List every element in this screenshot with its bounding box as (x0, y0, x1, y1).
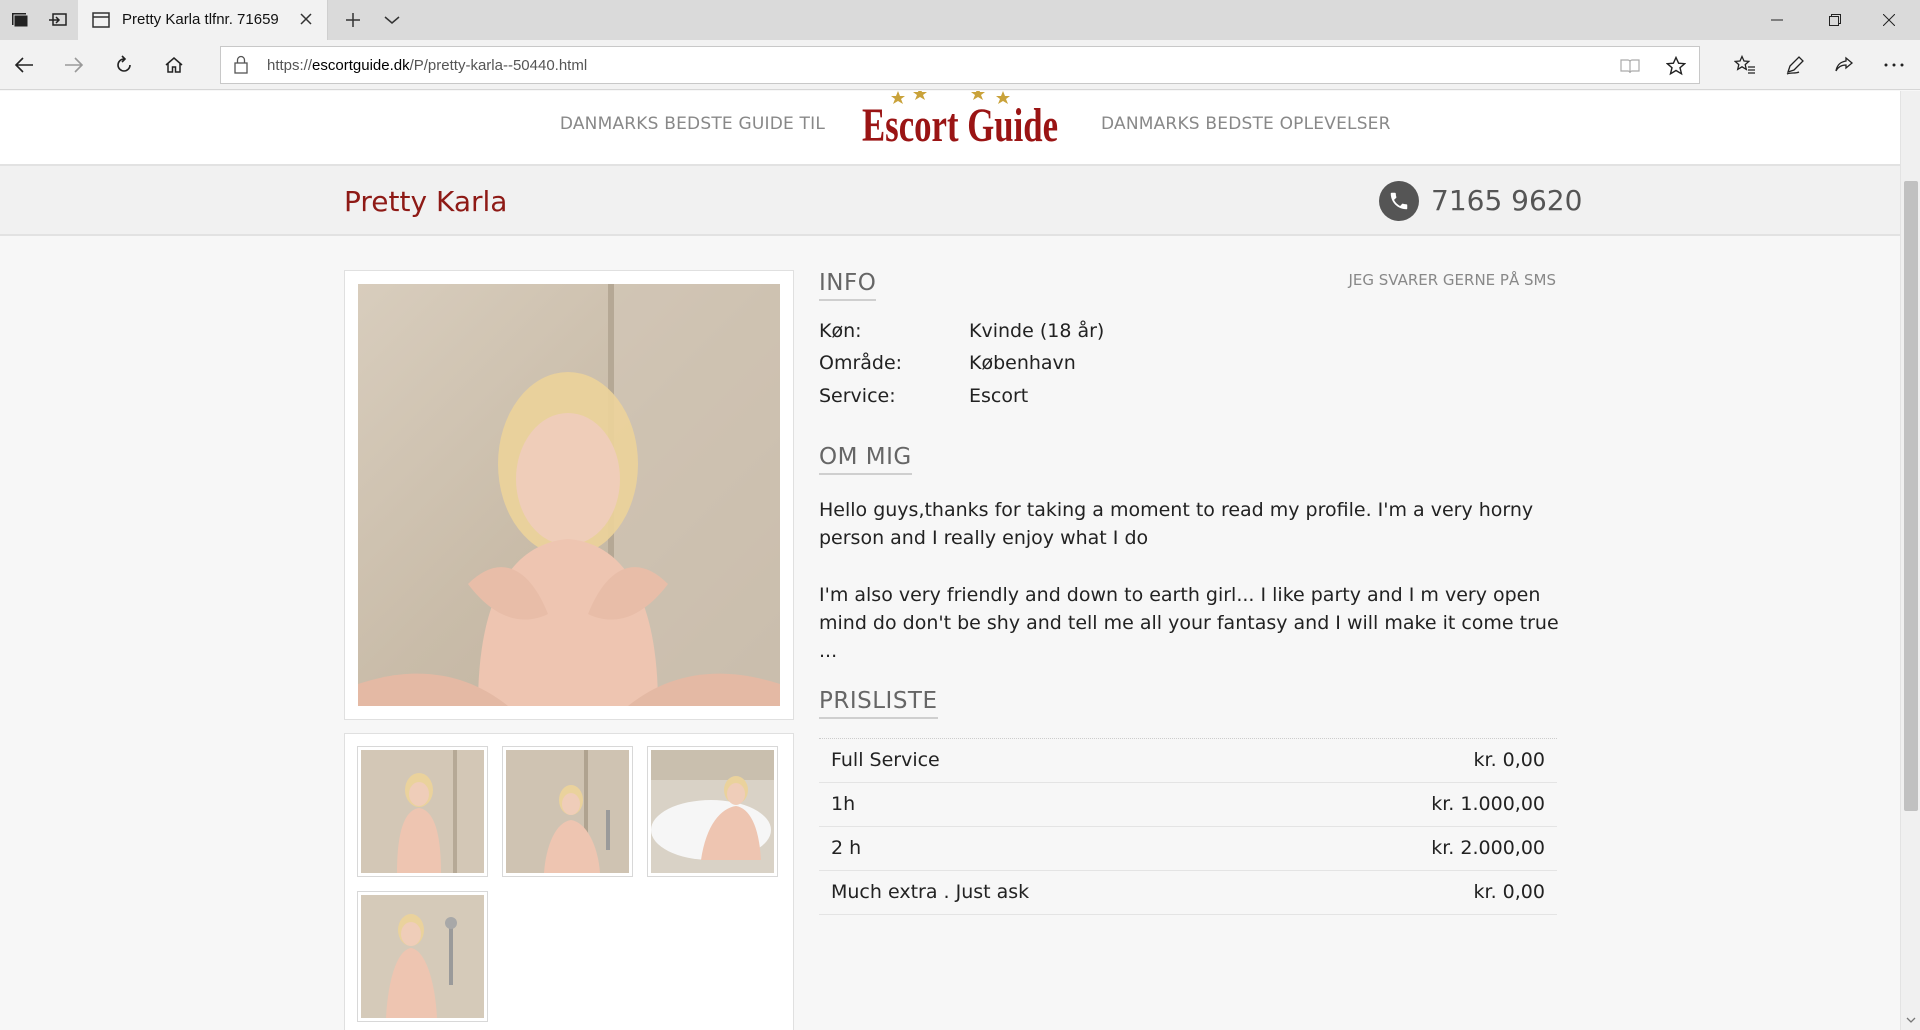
header-tagline-left: DANMARKS BEDSTE GUIDE TIL (559, 114, 825, 134)
minimize-icon[interactable] (1752, 0, 1802, 40)
tab-preview-chevron-icon[interactable] (372, 0, 412, 40)
about-paragraph-1: Hello guys,thanks for taking a moment to… (819, 499, 1534, 549)
header-tagline-right: DANMARKS BEDSTE OPLEVELSER (1101, 114, 1391, 134)
forward-icon[interactable] (54, 45, 94, 85)
vertical-scrollbar[interactable] (1900, 91, 1920, 1030)
tab-bar: Pretty Karla tlfnr. 71659 (0, 0, 1920, 40)
price-label: 1h (831, 793, 856, 815)
about-heading: OM MIG (819, 444, 912, 475)
phone-number[interactable]: 7165 9620 (1431, 184, 1582, 217)
more-options-icon[interactable] (1874, 45, 1914, 85)
info-label-gender: Køn: (819, 320, 862, 342)
svg-text:Escort Guide: Escort Guide (862, 99, 1058, 152)
favorite-star-icon[interactable] (1661, 51, 1691, 81)
page-icon (92, 12, 110, 28)
price-label: Much extra . Just ask (831, 881, 1030, 903)
profile-bar: Pretty Karla 7165 9620 (0, 166, 1900, 236)
url-text: https://escortguide.dk/P/pretty-karla--5… (267, 57, 588, 74)
site-logo[interactable]: Escort Guide (858, 91, 1063, 157)
thumbnail-1[interactable] (357, 746, 488, 877)
close-tab-icon[interactable] (295, 8, 317, 30)
thumbnail-4[interactable] (357, 891, 488, 1022)
home-icon[interactable] (154, 45, 194, 85)
info-value-gender: Kvinde (18 år) (969, 320, 1105, 342)
price-label: Full Service (831, 749, 940, 771)
price-table: Full Service kr. 0,00 1h kr. 1.000,00 2 … (819, 738, 1557, 915)
price-row: Full Service kr. 0,00 (819, 739, 1557, 783)
info-label-service: Service: (819, 385, 896, 407)
browser-tab[interactable]: Pretty Karla tlfnr. 71659 (78, 0, 328, 40)
profile-photo[interactable] (358, 284, 780, 706)
page-viewport: DANMARKS BEDSTE GUIDE TIL Escort Guide D… (0, 91, 1900, 1030)
about-paragraph-2: I'm also very friendly and down to earth… (819, 584, 1559, 662)
info-heading: INFO (819, 270, 877, 301)
main-photo-card (344, 270, 794, 720)
thumbnail-3[interactable] (647, 746, 778, 877)
price-label: 2 h (831, 837, 862, 859)
thumbnail-gallery (344, 733, 794, 1030)
reading-view-icon[interactable] (1615, 51, 1645, 81)
address-bar[interactable]: https://escortguide.dk/P/pretty-karla--5… (220, 46, 1700, 84)
price-value: kr. 0,00 (1473, 749, 1545, 771)
price-row: 1h kr. 1.000,00 (819, 783, 1557, 827)
navigation-bar: https://escortguide.dk/P/pretty-karla--5… (0, 40, 1920, 90)
new-tab-icon[interactable] (333, 0, 373, 40)
lock-icon[interactable] (233, 55, 249, 75)
site-header: DANMARKS BEDSTE GUIDE TIL Escort Guide D… (0, 91, 1900, 166)
price-value: kr. 0,00 (1473, 881, 1545, 903)
refresh-icon[interactable] (104, 45, 144, 85)
tab-title: Pretty Karla tlfnr. 71659 (122, 11, 279, 28)
scroll-down-arrow-icon[interactable] (1905, 1014, 1917, 1026)
info-label-area: Område: (819, 352, 903, 374)
sms-note: JEG SVARER GERNE PÅ SMS (1348, 271, 1556, 289)
close-window-icon[interactable] (1864, 0, 1914, 40)
restore-icon[interactable] (1810, 0, 1860, 40)
prices-heading: PRISLISTE (819, 688, 938, 719)
phone-icon[interactable] (1379, 181, 1419, 221)
back-icon[interactable] (4, 45, 44, 85)
price-value: kr. 2.000,00 (1431, 837, 1545, 859)
set-aside-tabs-icon[interactable] (38, 0, 78, 40)
profile-name: Pretty Karla (344, 185, 508, 218)
price-value: kr. 1.000,00 (1431, 793, 1545, 815)
share-icon[interactable] (1824, 45, 1864, 85)
price-row: 2 h kr. 2.000,00 (819, 827, 1557, 871)
favorites-hub-icon[interactable] (1725, 45, 1765, 85)
tab-groups-icon[interactable] (0, 0, 40, 40)
scrollbar-thumb[interactable] (1904, 181, 1918, 811)
price-row: Much extra . Just ask kr. 0,00 (819, 871, 1557, 915)
web-note-pen-icon[interactable] (1775, 45, 1815, 85)
thumbnail-2[interactable] (502, 746, 633, 877)
info-value-service: Escort (969, 385, 1029, 407)
info-value-area: København (969, 352, 1076, 374)
